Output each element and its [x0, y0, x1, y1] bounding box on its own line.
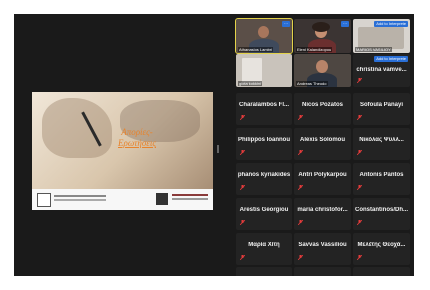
muted-mic-icon: [240, 255, 245, 260]
participant-name: Nicos Pozatos: [301, 102, 343, 108]
participant-name: Sofoula Panayi: [359, 102, 403, 108]
footer-text-right: [172, 194, 208, 196]
slide-title: Απορίες- Ερωτήσεις: [87, 127, 187, 149]
participant-name: Philippos Ioannou: [238, 137, 290, 143]
participant-tile[interactable]: Alexis Solomou: [294, 128, 351, 160]
video-tile[interactable]: ··· Athanasios Lambri: [235, 18, 293, 54]
muted-mic-icon: [357, 150, 362, 155]
video-caption: Eleni Kalandizopou: [296, 47, 333, 52]
participant-tile[interactable]: Sofoula Panayi: [353, 93, 410, 125]
participant-name: Νικόλας Ψυλλ...: [359, 137, 404, 143]
participant-name: Antonis Pantos: [359, 172, 404, 178]
participant-name: Savvas Vassiliou: [298, 242, 347, 248]
institution-logo: [37, 193, 51, 207]
participant-name: phanos kyriakides: [237, 172, 291, 178]
muted-mic-icon: [298, 255, 303, 260]
participant-tile[interactable]: Antri Polykarpou: [294, 163, 351, 195]
video-caption: Athanasios Lambri: [238, 47, 274, 52]
participant-tile[interactable]: Charalambos Fl...: [236, 93, 292, 125]
participant-tile[interactable]: Add to Interprete christina vamve...: [353, 54, 410, 87]
participant-face: [316, 60, 328, 73]
muted-mic-icon: [357, 115, 362, 120]
muted-mic-icon: [240, 220, 245, 225]
participant-tile[interactable]: Μαρία Χίτη: [236, 233, 292, 265]
muted-mic-icon: [357, 220, 362, 225]
muted-mic-icon: [357, 78, 362, 83]
slide-title-line-2: Ερωτήσεις: [118, 138, 156, 148]
video-tile[interactable]: giota kokkini: [236, 54, 292, 87]
resize-handle[interactable]: [217, 145, 219, 153]
partner-logo: [156, 193, 168, 205]
participant-name: Antri Polykarpou: [298, 172, 347, 178]
participant-tile[interactable]: Μελέτης Θεοχά...: [353, 233, 410, 265]
participant-name: Μαρία Χίτη: [248, 242, 280, 248]
participant-tile[interactable]: Constantinos/Dh...: [353, 198, 410, 230]
participant-tile[interactable]: Philippos Ioannou: [236, 128, 292, 160]
slide-title-line-1: Απορίες-: [121, 127, 153, 137]
add-to-interpreter-button[interactable]: Add to Interprete: [374, 56, 408, 62]
shared-screen: Απορίες- Ερωτήσεις: [32, 92, 213, 210]
presentation-slide: Απορίες- Ερωτήσεις: [32, 92, 213, 189]
participant-name: maria christofor...: [297, 207, 348, 213]
video-caption: Andreas Theodo: [296, 81, 328, 86]
muted-mic-icon: [240, 150, 245, 155]
camera-view: [358, 27, 404, 49]
muted-mic-icon: [357, 185, 362, 190]
participant-face: [258, 26, 269, 38]
participant-tile[interactable]: phanos kyriakides: [236, 163, 292, 195]
participant-tile[interactable]: Νικόλας Ψυλλ...: [353, 128, 410, 160]
participant-tile[interactable]: Μιχαλάκη Στυλ...: [353, 267, 410, 276]
more-button[interactable]: ···: [341, 21, 349, 27]
participant-tile[interactable]: Giannis Economi...: [294, 267, 351, 276]
video-tile[interactable]: Andreas Theodo: [294, 54, 351, 87]
participant-name: Arestis Georgiou: [239, 207, 289, 213]
participant-name: Constantinos/Dh...: [355, 207, 408, 213]
participant-name: Alexis Solomou: [299, 137, 345, 143]
video-tile[interactable]: Add to Interprete MARIOS VASILIOY: [353, 19, 410, 53]
video-caption: giota kokkini: [238, 81, 263, 86]
add-to-interpreter-button[interactable]: Add to Interprete: [374, 21, 408, 27]
participant-name: Μελέτης Θεοχά...: [357, 242, 406, 248]
meeting-window: Απορίες- Ερωτήσεις ··· Athanasios Lambri…: [14, 14, 414, 276]
muted-mic-icon: [298, 150, 303, 155]
participant-tile[interactable]: Arestis Georgiou: [236, 198, 292, 230]
muted-mic-icon: [298, 220, 303, 225]
more-button[interactable]: ···: [282, 21, 290, 27]
participant-tile[interactable]: Antonis Pantos: [353, 163, 410, 195]
participant-name: christina vamve...: [356, 67, 407, 73]
participant-tile[interactable]: maria christofor...: [294, 198, 351, 230]
muted-mic-icon: [298, 115, 303, 120]
muted-mic-icon: [298, 185, 303, 190]
video-caption: MARIOS VASILIOY: [355, 47, 392, 52]
participant-tile[interactable]: Nicos Pozatos: [294, 93, 351, 125]
participant-tile[interactable]: Savvas Vassiliou: [294, 233, 351, 265]
participant-hair: [312, 22, 330, 32]
slide-footer: [32, 189, 213, 210]
footer-text-left: [54, 195, 106, 197]
participant-name: Charalambos Fl...: [238, 102, 289, 108]
muted-mic-icon: [240, 115, 245, 120]
participant-tile[interactable]: Elena Gregoriou...: [236, 267, 292, 276]
video-tile[interactable]: ··· Eleni Kalandizopou: [294, 19, 351, 53]
muted-mic-icon: [240, 185, 245, 190]
muted-mic-icon: [357, 255, 362, 260]
